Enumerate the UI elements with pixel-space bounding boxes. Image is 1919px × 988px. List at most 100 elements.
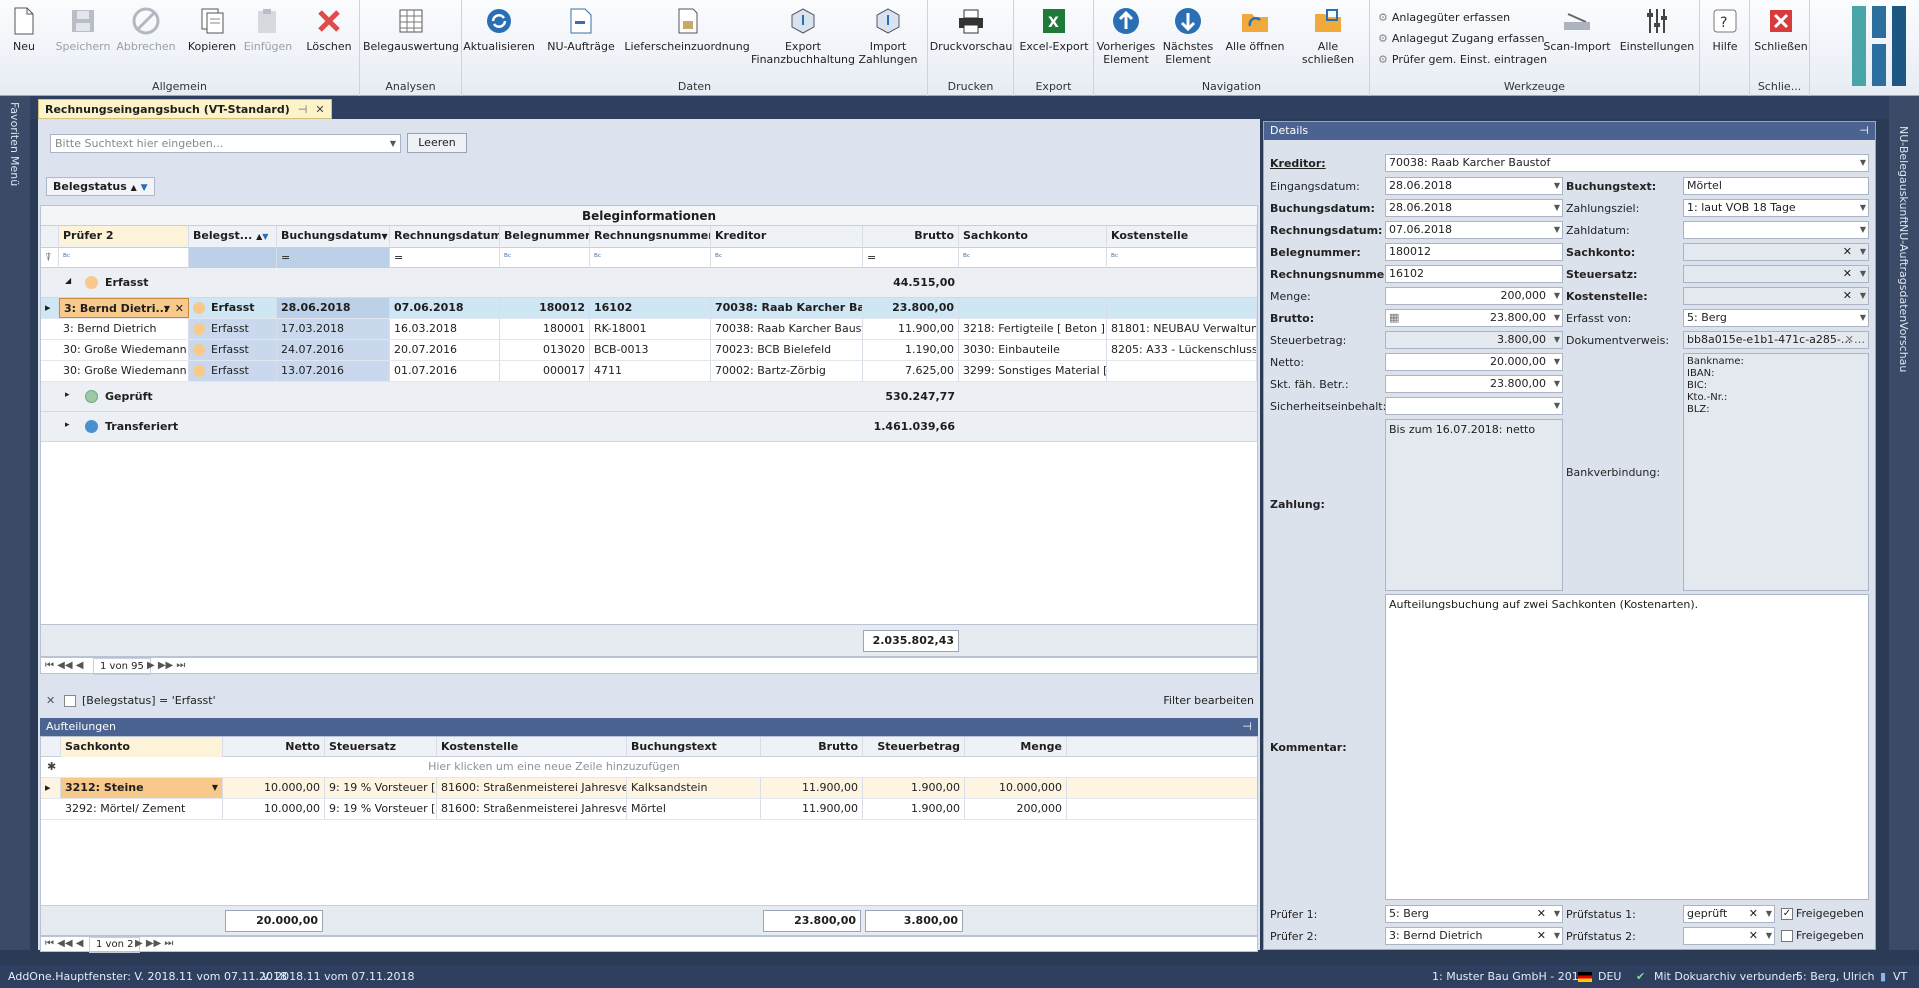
clear-icon[interactable]: ✕ [1537,928,1546,944]
buchungstext-field[interactable]: Mörtel [1683,177,1869,195]
save-button[interactable]: Speichern [56,4,110,74]
anlagegueter-erfassen-button[interactable]: ⚙ Anlagegüter erfassen [1378,8,1510,26]
group-row-transferiert[interactable]: ▸ Transferiert 1.461.039,66 [41,412,1257,442]
menge-field[interactable]: 200,000 ▼ [1385,287,1563,305]
sidebar-nu-auftragsdaten[interactable]: NU-Auftragsdaten [1897,224,1910,322]
filter-enable-checkbox[interactable] [64,695,76,707]
clear-icon[interactable]: ✕ [1537,906,1546,922]
dokument-field[interactable]: bb8a015e-e1b1-471c-a285-... ✕… [1683,331,1869,349]
copy-button[interactable]: Kopieren [186,4,238,74]
table-row[interactable]: ▸ 3212: Steine ▼ 10.000,00 9: 19 % Vorste… [41,778,1257,799]
lieferschein-button[interactable]: Lieferscheinzuordnung [624,4,750,74]
col-rechnungsdatum[interactable]: Rechnungsdatum [390,226,500,246]
pruefer1-field[interactable]: 5: Berg ✕ ▼ [1385,905,1563,923]
filter-edit-link[interactable]: Filter bearbeiten [1163,690,1254,712]
pruefer-eintragen-button[interactable]: ⚙ Prüfer gem. Einst. eintragen [1378,50,1547,68]
help-button[interactable]: ? Hilfe [1704,4,1746,74]
filter-icon[interactable]: ▼ [262,232,268,241]
scan-import-button[interactable]: Scan-Import [1542,4,1612,74]
col-belegnummer[interactable]: Belegnummer [500,226,590,246]
filter-cell-kreditor[interactable]: ᴮᶜ [711,248,863,268]
filter-clear-icon[interactable]: ✕ [46,690,55,712]
brutto-field[interactable]: ▦ 23.800,00 ▼ [1385,309,1563,327]
col-kostenstelle[interactable]: Kostenstelle [437,737,627,757]
belegnummer-field[interactable]: 180012 [1385,243,1563,261]
anlagegut-zugang-button[interactable]: ⚙ Anlagegut Zugang erfassen [1378,29,1544,47]
pager-first-icon[interactable]: ⏮ ◀◀ ◀ [45,658,83,673]
rechnungsdatum-field[interactable]: 07.06.2018 ▼ [1385,221,1563,239]
calculator-icon[interactable]: ▦ [1389,310,1399,326]
buchungsdatum-field[interactable]: 28.06.2018 ▼ [1385,199,1563,217]
clear-icon[interactable]: ✕ [1749,928,1758,944]
col-rechnungsnummer[interactable]: Rechnungsnummer [590,226,711,246]
clear-icon[interactable]: ✕ [1843,244,1852,260]
col-buchungsdatum[interactable]: Buchungsdatum▼ [277,226,390,246]
col-belegstatus[interactable]: Belegst... ▲▼ [189,226,277,246]
table-row[interactable]: 30: Große Wiedemann Erfasst 24.07.2016 2… [41,340,1257,361]
paste-button[interactable]: Einfügen [242,4,294,74]
filter-cell-brutto[interactable]: = [863,248,959,268]
pruefstatus2-field[interactable]: ✕ ▼ [1683,927,1775,945]
table-row[interactable]: 3292: Mörtel/ Zement 10.000,00 9: 19 % V… [41,799,1257,820]
steuersatz-field[interactable]: ✕ ▼ [1683,265,1869,283]
more-icon[interactable]: … [1854,332,1865,348]
freigegeben1-checkbox[interactable]: ✓ Freigegeben [1781,907,1864,920]
chevron-down-icon[interactable]: ▼ [212,778,218,798]
eingangsdatum-field[interactable]: 28.06.2018 ▼ [1385,177,1563,195]
print-preview-button[interactable]: Druckvorschau [930,4,1012,74]
col-brutto[interactable]: Brutto [761,737,863,757]
clear-search-button[interactable]: Leeren [407,133,467,153]
col-netto[interactable]: Netto [223,737,325,757]
skonto-field[interactable]: 23.800,00 ▼ [1385,375,1563,393]
clear-icon[interactable]: ✕ [1843,288,1852,304]
next-element-button[interactable]: Nächstes Element [1158,4,1218,74]
import-zahlungen-button[interactable]: Import Zahlungen [856,4,920,74]
settings-button[interactable]: Einstellungen [1618,4,1696,74]
refresh-button[interactable]: Aktualisieren [463,4,535,74]
nu-auftraege-button[interactable]: NU-Aufträge [542,4,620,74]
clear-icon[interactable]: ✕ [1843,266,1852,282]
col-kostenstelle[interactable]: Kostenstelle [1107,226,1257,246]
document-tab[interactable]: Rechnungseingangsbuch (VT-Standard) ⊣ ✕ [38,99,332,119]
group-row-erfasst[interactable]: ◢ Erfasst 44.515,00 [41,268,1257,298]
pin-icon[interactable]: ⊣ [1859,122,1869,140]
clear-icon[interactable]: ✕ [1749,906,1758,922]
pruefstatus1-field[interactable]: geprüft ✕ ▼ [1683,905,1775,923]
filter-cell-kostenstelle[interactable]: ᴮᶜ [1107,248,1257,268]
freigegeben2-checkbox[interactable]: Freigegeben [1781,929,1864,942]
clear-icon[interactable]: ✕ [175,299,184,317]
sicherheit-field[interactable]: ▼ [1385,397,1563,415]
table-row[interactable]: 30: Große Wiedemann Erfasst 13.07.2016 0… [41,361,1257,382]
rechnungsnummer-field[interactable]: 16102 [1385,265,1563,283]
col-brutto[interactable]: Brutto [863,226,959,246]
close-button[interactable]: Schließen [1754,4,1808,74]
pin-icon[interactable]: ⊣ [298,103,308,116]
pager-next-icon[interactable]: ▶ ▶▶ ⏭ [147,658,185,673]
sidebar-favoriten[interactable]: Favoriten [8,102,21,153]
new-row[interactable]: ✱ Hier klicken um eine neue Zeile hinzuz… [41,757,1257,778]
cell-sachkonto[interactable]: 3212: Steine ▼ [61,778,223,798]
close-all-button[interactable]: Alle schließen [1290,4,1366,74]
tab-close-icon[interactable]: ✕ [315,103,324,116]
collapse-icon[interactable]: ◢ [65,276,71,285]
sidebar-menu[interactable]: Menü [8,156,21,186]
col-sachkonto[interactable]: Sachkonto [959,226,1107,246]
filter-cell-sachkonto[interactable]: ᴮᶜ [959,248,1107,268]
col-sachkonto[interactable]: Sachkonto [61,737,223,757]
filter-cell-rechnungsdatum[interactable]: = [390,248,500,268]
filter-cell-buchungsdatum[interactable]: = [277,248,390,268]
netto-field[interactable]: 20.000,00 ▼ [1385,353,1563,371]
open-all-button[interactable]: Alle öffnen [1222,4,1288,74]
expand-icon[interactable]: ▸ [65,390,70,400]
pager-first-icon[interactable]: ⏮ ◀◀ ◀ [45,937,83,951]
erfasst-field[interactable]: 5: Berg ▼ [1683,309,1869,327]
kommentar-field[interactable]: Aufteilungsbuchung auf zwei Sachkonten (… [1385,594,1869,900]
pruefer2-field[interactable]: 3: Bernd Dietrich ✕ ▼ [1385,927,1563,945]
sidebar-nu-belegauskunft[interactable]: NU-Belegauskunft [1897,126,1910,224]
zahlungsziel-field[interactable]: 1: laut VOB 18 Tage ▼ [1683,199,1869,217]
col-kreditor[interactable]: Kreditor [711,226,863,246]
export-fibu-button[interactable]: Export Finanzbuchhaltung [751,4,855,74]
sidebar-vorschau[interactable]: Vorschau [1897,322,1910,372]
cell-pruefer2[interactable]: 3: Bernd Dietri... ▼ ✕ [59,298,189,318]
sachkonto-field[interactable]: ✕ ▼ [1683,243,1869,261]
